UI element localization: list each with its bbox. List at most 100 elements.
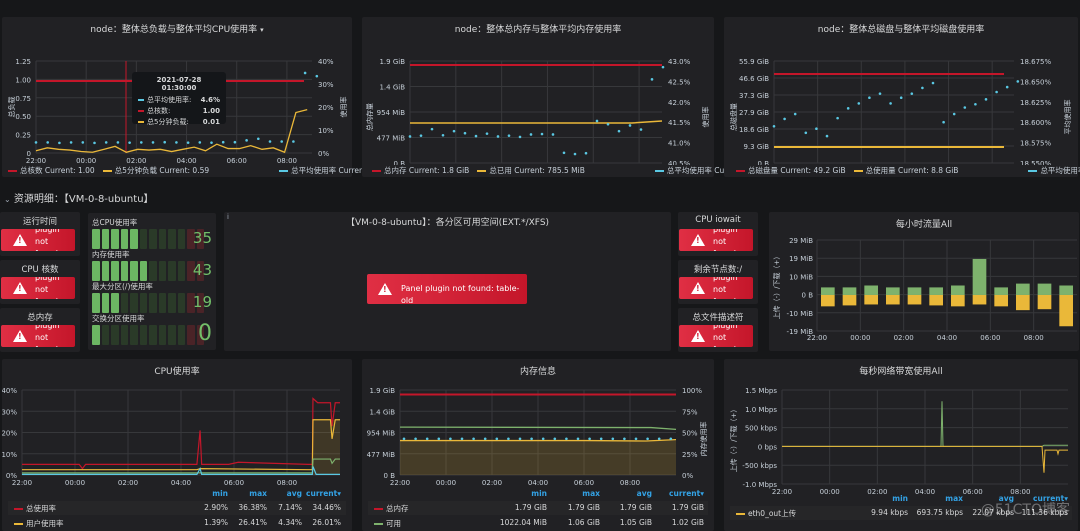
data-point [772,124,776,128]
data-point [233,140,237,144]
legend-header-max[interactable]: max [227,489,267,498]
legend-label: 总已用 [489,166,512,175]
legend-current: 34.46% [312,503,341,512]
x-tick-label: 06:00 [224,479,244,487]
data-point [565,437,568,441]
legend-header-min[interactable]: min [868,494,908,503]
x-tick-label: 22:00 [12,479,32,487]
legend-header-max[interactable]: max [560,489,600,498]
tooltip-time: 2021-07-28 01:30:00 [156,76,202,92]
error-text: pluginnotfound: [713,325,739,347]
bar-download [929,287,943,295]
stat-title[interactable]: 运行时间 [0,215,80,227]
data-point [530,437,533,441]
legend-item[interactable]: 总磁盘量 Current: 49.2 GiB [736,166,846,175]
y2-tick-label: 18.650% [1020,78,1051,86]
axis-label: 上传（-）/下载（+） [729,406,738,473]
y-tick-label: 1.25 [15,58,31,66]
gauge-cell [120,229,128,249]
legend-header-current[interactable]: current▾ [301,489,341,498]
data-point [995,90,998,94]
y-tick-label: 10% [2,451,17,459]
data-point [437,437,441,441]
data-point [81,141,85,144]
error-text: pluginnotfound: [35,229,61,251]
axis-label: 上传（-）/下载（+） [772,253,781,320]
gauge-cell [120,325,128,345]
panel-memory-overview: node：整体总内存与整体平均内存使用率 1.9 GiB 1.4 GiB 954 M… [362,17,771,177]
y-tick-label: 37.3 GiB [739,92,769,100]
gauge-cell [149,229,157,249]
stat-title[interactable]: CPU iowait [678,215,758,225]
legend-item[interactable]: 总核数 Current: 1.00 [8,166,95,175]
legend-header-avg[interactable]: avg [262,489,302,498]
row-header[interactable]: ⌄ 资源明细：【VM-0-8-ubuntu】 [4,190,154,205]
legend-item[interactable]: 总内存 Current: 1.8 GiB [372,166,469,175]
data-point [507,437,510,441]
data-point [257,137,260,141]
legend-header-min[interactable]: min [188,489,228,498]
legend-current: 1.79 GiB [671,503,704,512]
stat-title[interactable]: CPU 核数 [0,263,80,275]
panel-title[interactable]: 【VM-0-8-ubuntu】：各分区可用空间(EXT.*/XFS) [224,215,671,228]
legend-header-avg[interactable]: avg [612,489,652,498]
stat-panel: 总内存 pluginnotfound: [0,308,80,352]
gauge-cell [92,293,100,313]
legend-current: 26.01% [312,518,341,527]
legend-header-max[interactable]: max [923,494,963,503]
data-point [128,141,131,144]
bar-download [972,258,987,295]
gauge-value: 35 [192,229,212,247]
chart-memory-info: 1.9 GiB1.4 GiB954 MiB477 MiB0 B100%75%50… [367,387,708,487]
legend-header-current[interactable]: current▾ [664,489,704,498]
axis-label: 内存使用率 [699,422,708,457]
tooltip-value: 4.6% [200,96,220,104]
y-tick-label: 0.50 [15,113,31,121]
axis-label: 总磁盘量 [729,103,738,131]
x-tick-label: 08:00 [277,157,297,165]
data-point [280,140,284,143]
data-point [606,122,610,126]
legend-table: min max avg current▾ 总使用率 2.90% 36.38% 7.14% 34.… [2,487,352,531]
legend-swatch [654,170,664,172]
y-tick-label: 1.4 GiB [379,84,405,92]
data-point [245,139,248,142]
gauge-cell [120,293,128,313]
legend: 总内存 Current: 1.8 GiB 总已用 Current: 785.5 M… [372,165,771,176]
gauge-label: 交换分区使用率 [92,314,145,323]
tooltip-label: 总平均使用率: [138,95,191,106]
legend-item[interactable]: 总已用 Current: 785.5 MiB [477,166,585,175]
data-point [268,140,272,143]
legend-item[interactable]: 总使用量 Current: 8.8 GiB [853,166,958,175]
data-point [140,141,143,144]
legend-current: Current: 1.00 [44,166,95,175]
gauge-label: 内存使用率 [92,250,130,259]
data-point [151,141,155,144]
bar-upload [972,294,987,305]
stat-title[interactable]: 剩余节点数:/ [678,263,758,275]
stat-title[interactable]: 总内存 [0,311,80,323]
data-point [634,437,638,441]
gauge-cell [101,261,109,281]
data-point [963,106,967,109]
panel-partition-table: i 【VM-0-8-ubuntu】：各分区可用空间(EXT.*/XFS) Pan… [224,212,671,351]
data-point [815,127,818,131]
tooltip: 2021-07-28 01:30:00 总平均使用率: 4.6% 总核数: 1.00 总… [132,72,226,126]
chevron-down-icon: ⌄ [4,195,11,204]
bar-download [886,287,900,295]
data-point [793,112,797,116]
bar-upload [886,294,900,305]
y2-tick-label: 42.0% [668,99,691,107]
data-point [650,78,654,81]
legend-item[interactable]: 总平均使用率 Current: 18.7% [1028,166,1080,175]
panel-bar-gauge: 总CPU使用率 35 内存使用率 43 最大分区(/)使用率 19 交换分区使用率 0 [88,213,216,350]
data-point [804,131,808,135]
data-point [868,96,871,100]
legend-item[interactable]: 总5分钟负载 Current: 0.59 [102,166,209,175]
data-point [425,437,429,441]
x-tick-label: 06:00 [980,334,1000,342]
data-point [931,81,935,85]
legend-header-min[interactable]: min [507,489,547,498]
x-tick-label: 22:00 [26,157,46,165]
stat-title[interactable]: 总文件描述符 [678,311,758,323]
